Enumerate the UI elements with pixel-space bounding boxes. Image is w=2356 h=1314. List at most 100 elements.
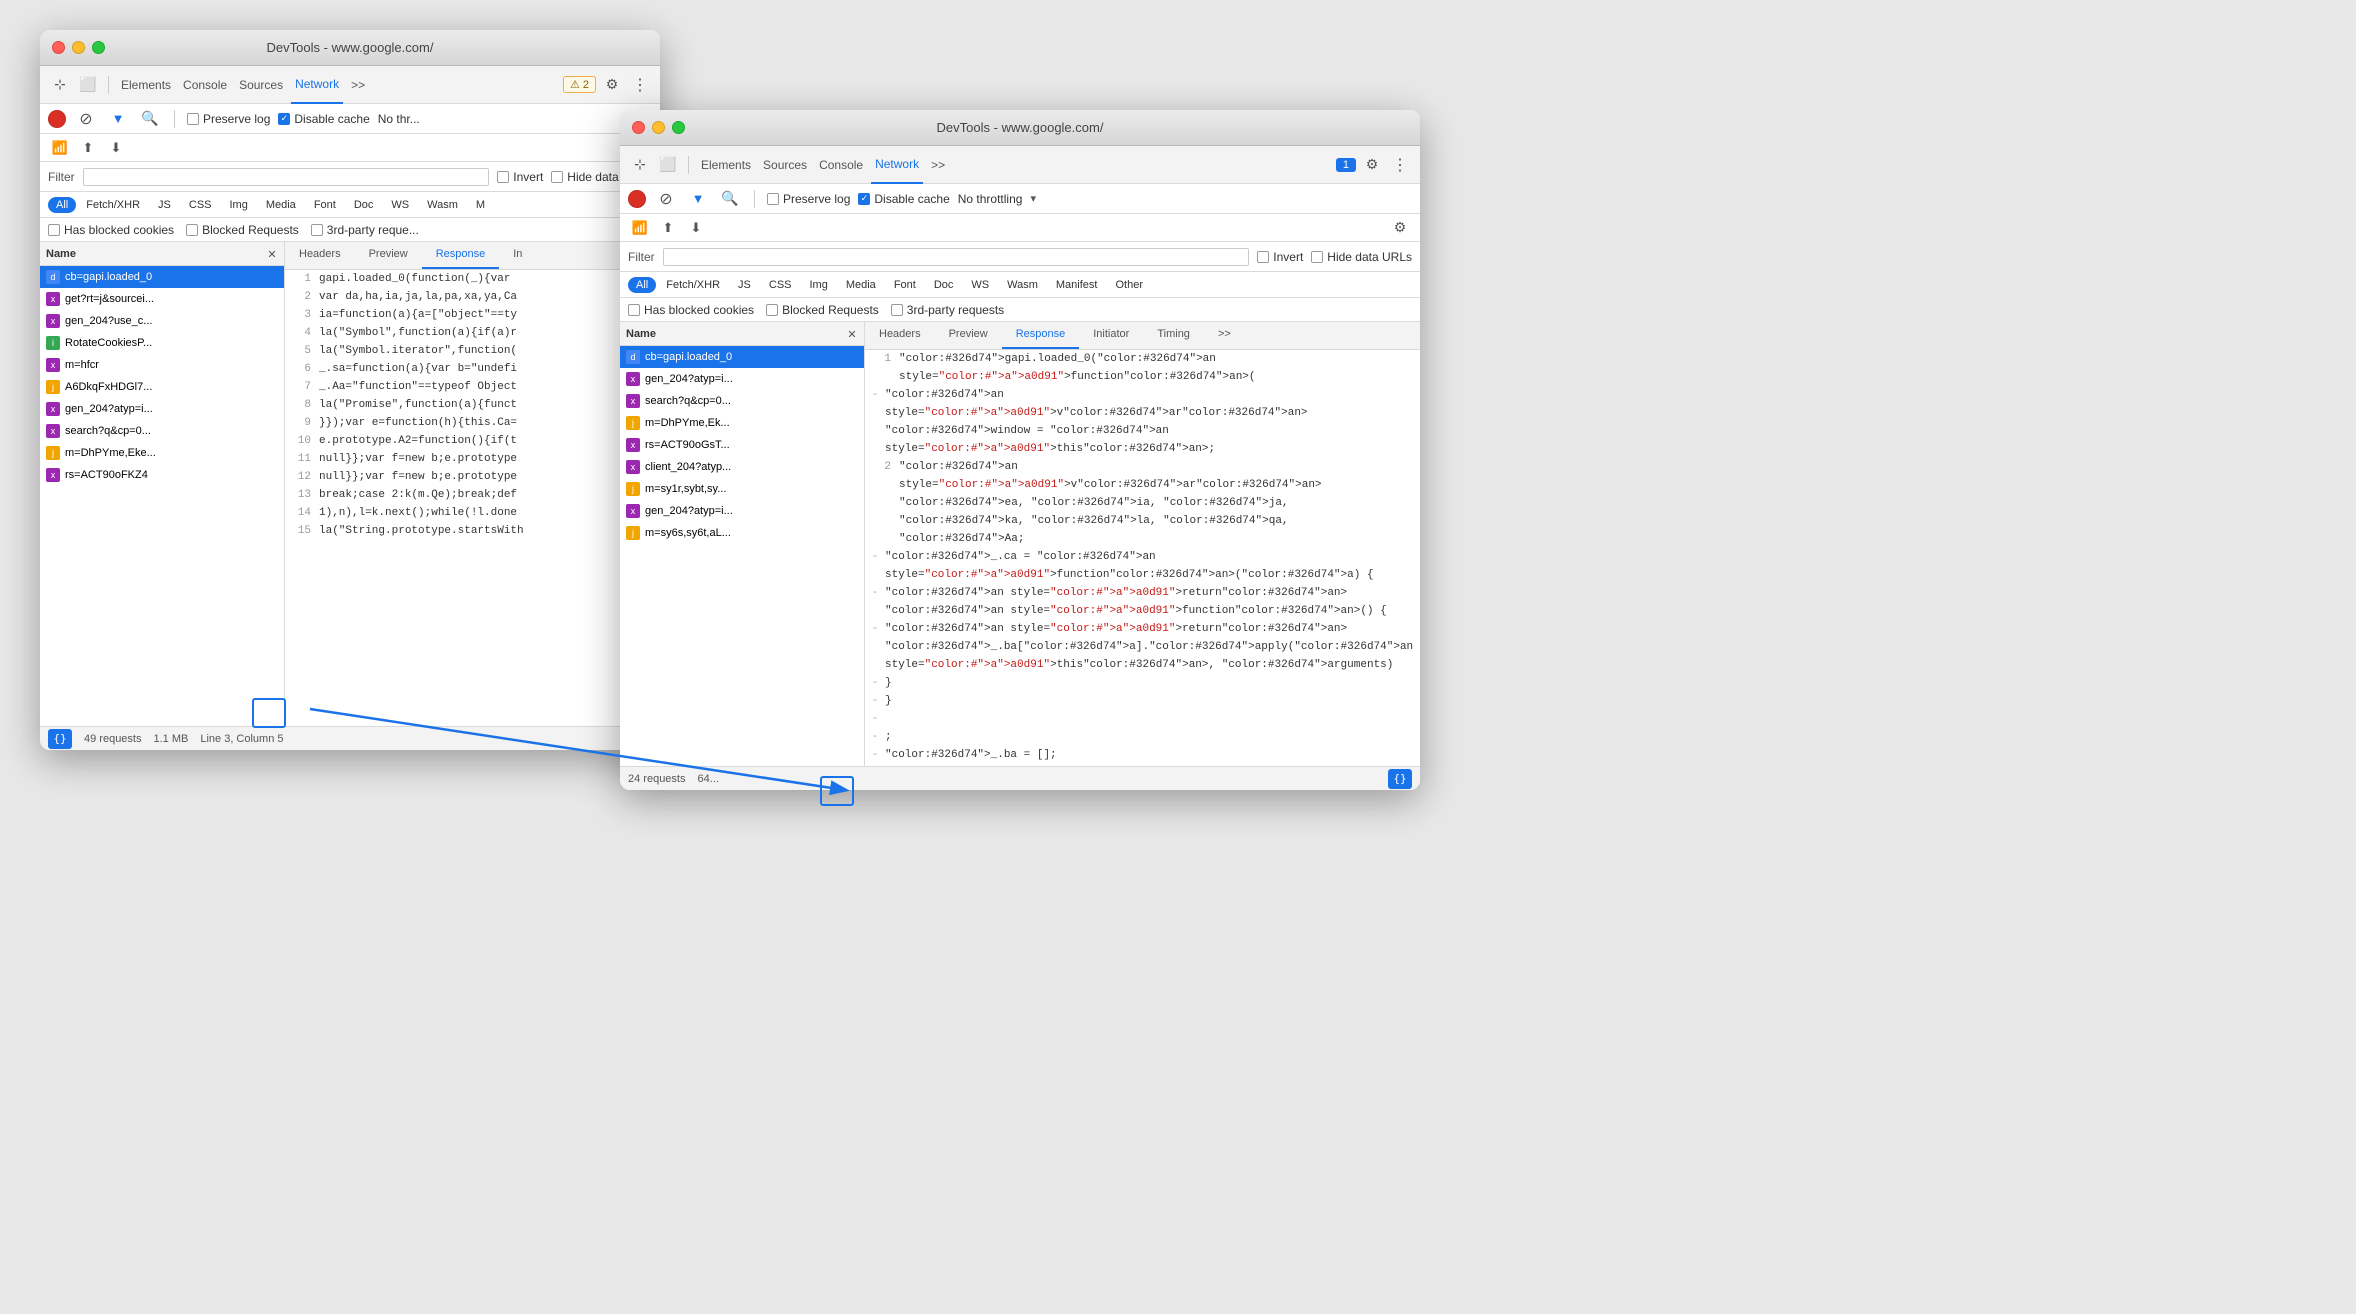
disable-cache-checkbox-front[interactable]: ✓ <box>858 193 870 205</box>
response-tab-back[interactable]: Response <box>422 242 500 269</box>
request-item-front[interactable]: xclient_204?atyp... <box>620 456 864 478</box>
kebab-menu-icon-front[interactable]: ⋮ <box>1388 153 1412 177</box>
search-icon[interactable]: 🔍 <box>138 107 162 131</box>
network-tab-active-front[interactable]: Network <box>871 146 923 184</box>
filter-js-front[interactable]: JS <box>730 277 759 293</box>
close-button-back[interactable] <box>52 41 65 54</box>
invert-checkbox-front[interactable] <box>1257 251 1269 263</box>
network-settings-icon[interactable]: ⚙ <box>1388 216 1412 240</box>
filter-all-back[interactable]: All <box>48 197 76 213</box>
filter-all-front[interactable]: All <box>628 277 656 293</box>
preserve-log-checkbox-front[interactable] <box>767 193 779 205</box>
more-tabs-front[interactable]: >> <box>927 158 949 172</box>
request-item-front[interactable]: xsearch?q&cp=0... <box>620 390 864 412</box>
filter-doc-front[interactable]: Doc <box>926 277 962 293</box>
request-item-back[interactable]: xsearch?q&cp=0... <box>40 420 284 442</box>
more-tabs[interactable]: >> <box>347 78 369 92</box>
close-button-front[interactable] <box>632 121 645 134</box>
request-item-front[interactable]: xgen_204?atyp=i... <box>620 500 864 522</box>
filter-wasm-back[interactable]: Wasm <box>419 197 466 213</box>
request-item-back[interactable]: xget?rt=j&sourcei... <box>40 288 284 310</box>
request-item-front[interactable]: jm=sy6s,sy6t,aL... <box>620 522 864 544</box>
preserve-log-checkbox[interactable] <box>187 113 199 125</box>
filter-ws-front[interactable]: WS <box>963 277 997 293</box>
filter-doc-back[interactable]: Doc <box>346 197 382 213</box>
filter-media-back[interactable]: Media <box>258 197 304 213</box>
blocked-cookies-cb-front[interactable] <box>628 304 640 316</box>
preview-tab-back[interactable]: Preview <box>355 242 422 269</box>
record-button-front[interactable] <box>628 190 646 208</box>
request-item-front[interactable]: xrs=ACT90oGsT... <box>620 434 864 456</box>
preview-tab-front[interactable]: Preview <box>935 322 1002 349</box>
headers-tab-back[interactable]: Headers <box>285 242 355 269</box>
upload-icon-front[interactable]: ⬆ <box>656 216 680 240</box>
throttle-dropdown-arrow[interactable]: ▾ <box>1030 192 1036 205</box>
filter-js-back[interactable]: JS <box>150 197 179 213</box>
mobile-icon-front[interactable]: ⬜ <box>656 153 680 177</box>
console-tab-front[interactable]: Console <box>815 158 867 172</box>
initiator-tab-front[interactable]: Initiator <box>1079 322 1143 349</box>
stop-recording-icon[interactable]: ⊘ <box>74 107 98 131</box>
kebab-menu-icon[interactable]: ⋮ <box>628 73 652 97</box>
filter-m-back[interactable]: M <box>468 197 493 213</box>
elements-tab-front[interactable]: Elements <box>697 158 755 172</box>
sources-tab[interactable]: Sources <box>235 78 287 92</box>
sources-tab-front[interactable]: Sources <box>759 158 811 172</box>
request-item-back[interactable]: xm=hfcr <box>40 354 284 376</box>
download-icon[interactable]: ⬇ <box>104 136 128 160</box>
filter-icon[interactable]: ▼ <box>106 107 130 131</box>
request-item-back[interactable]: xgen_204?atyp=i... <box>40 398 284 420</box>
record-button-back[interactable] <box>48 110 66 128</box>
maximize-button-front[interactable] <box>672 121 685 134</box>
filter-font-front[interactable]: Font <box>886 277 924 293</box>
more-detail-tabs-front[interactable]: >> <box>1204 322 1245 349</box>
stop-recording-icon-front[interactable]: ⊘ <box>654 187 678 211</box>
third-party-cb-back[interactable] <box>311 224 323 236</box>
wifi-icon[interactable]: 📶 <box>48 136 72 160</box>
filter-input-back[interactable] <box>83 168 490 186</box>
request-item-front[interactable]: dcb=gapi.loaded_0 <box>620 346 864 368</box>
disable-cache-checkbox[interactable]: ✓ <box>278 113 290 125</box>
network-tab-active[interactable]: Network <box>291 66 343 104</box>
pretty-print-btn-back[interactable]: {} <box>48 729 72 749</box>
pretty-print-btn-front[interactable]: {} <box>1388 769 1412 789</box>
close-panel-icon[interactable]: ✕ <box>260 242 284 266</box>
initiator-tab-back[interactable]: In <box>499 242 536 269</box>
blocked-requests-cb-back[interactable] <box>186 224 198 236</box>
timing-tab-front[interactable]: Timing <box>1143 322 1204 349</box>
request-item-back[interactable]: xgen_204?use_c... <box>40 310 284 332</box>
wifi-icon-front[interactable]: 📶 <box>628 216 652 240</box>
filter-input-front[interactable] <box>663 248 1250 266</box>
response-tab-front[interactable]: Response <box>1002 322 1080 349</box>
request-item-front[interactable]: jm=DhPYme,Ek... <box>620 412 864 434</box>
request-item-back[interactable]: xrs=ACT90oFKZ4 <box>40 464 284 486</box>
request-item-front[interactable]: xgen_204?atyp=i... <box>620 368 864 390</box>
minimize-button-front[interactable] <box>652 121 665 134</box>
elements-tab[interactable]: Elements <box>117 78 175 92</box>
request-item-back[interactable]: iRotateCookiesP... <box>40 332 284 354</box>
request-item-front[interactable]: jm=sy1r,sybt,sy... <box>620 478 864 500</box>
filter-img-back[interactable]: Img <box>222 197 256 213</box>
request-item-back[interactable]: jA6DkqFxHDGl7... <box>40 376 284 398</box>
filter-css-back[interactable]: CSS <box>181 197 220 213</box>
filter-other-front[interactable]: Other <box>1107 277 1151 293</box>
settings-icon[interactable]: ⚙ <box>600 73 624 97</box>
filter-css-front[interactable]: CSS <box>761 277 800 293</box>
third-party-cb-front[interactable] <box>891 304 903 316</box>
blocked-requests-cb-front[interactable] <box>766 304 778 316</box>
filter-img-front[interactable]: Img <box>802 277 836 293</box>
filter-fetch-back[interactable]: Fetch/XHR <box>78 197 148 213</box>
filter-manifest-front[interactable]: Manifest <box>1048 277 1106 293</box>
settings-icon-front[interactable]: ⚙ <box>1360 153 1384 177</box>
filter-icon-front[interactable]: ▼ <box>686 187 710 211</box>
hide-data-checkbox-back[interactable] <box>551 171 563 183</box>
filter-fetch-front[interactable]: Fetch/XHR <box>658 277 728 293</box>
headers-tab-front[interactable]: Headers <box>865 322 935 349</box>
filter-ws-back[interactable]: WS <box>383 197 417 213</box>
hide-data-checkbox-front[interactable] <box>1311 251 1323 263</box>
invert-checkbox-back[interactable] <box>497 171 509 183</box>
close-panel-icon-front[interactable]: ✕ <box>840 322 864 346</box>
minimize-button-back[interactable] <box>72 41 85 54</box>
blocked-cookies-cb-back[interactable] <box>48 224 60 236</box>
download-icon-front[interactable]: ⬇ <box>684 216 708 240</box>
